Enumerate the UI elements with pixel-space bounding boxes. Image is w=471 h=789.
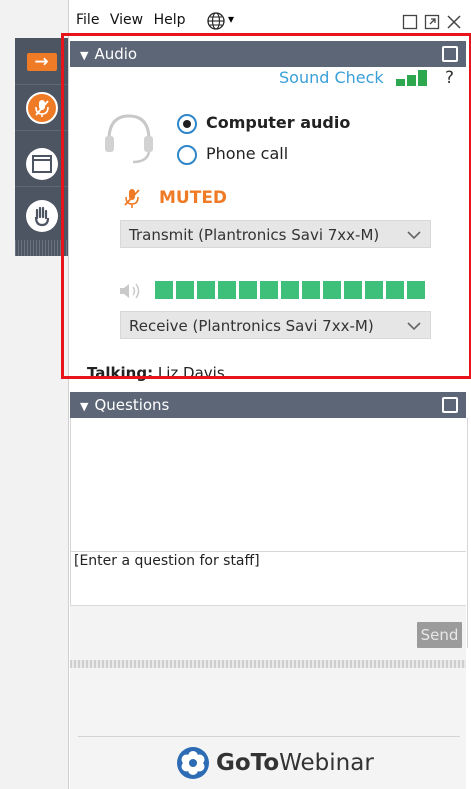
menu-view[interactable]: View xyxy=(110,12,143,28)
caret-down-icon: ▾ xyxy=(228,12,235,26)
brand-goto: GoTo xyxy=(216,750,280,776)
globe-icon xyxy=(207,12,225,30)
divider xyxy=(78,736,460,737)
gotowebinar-logo: GoTo Webinar xyxy=(176,746,374,780)
mic-muted-icon xyxy=(25,92,58,124)
close-icon xyxy=(447,15,461,29)
language-menu[interactable]: ▾ xyxy=(206,11,234,35)
popout-icon xyxy=(424,14,440,30)
brand-product: Webinar xyxy=(279,750,374,776)
window-icon xyxy=(25,148,58,180)
close-button[interactable] xyxy=(446,14,462,34)
questions-panel-header[interactable]: ▼ Questions xyxy=(70,392,466,418)
menu-file[interactable]: File xyxy=(76,12,99,28)
menu-bar: File View Help xyxy=(76,12,192,34)
arrow-right-icon: → xyxy=(26,53,57,71)
question-actions xyxy=(70,605,466,661)
question-input[interactable]: [Enter a question for staff] xyxy=(74,553,260,569)
popout-button[interactable] xyxy=(424,14,440,34)
restore-icon xyxy=(402,14,418,30)
restore-button[interactable] xyxy=(402,14,418,34)
highlight-box xyxy=(61,33,471,379)
gotowebinar-flower-icon xyxy=(177,747,209,779)
divider xyxy=(70,551,466,552)
menu-help[interactable]: Help xyxy=(154,12,186,28)
raise-hand-icon xyxy=(25,200,58,232)
send-button[interactable]: Send xyxy=(417,622,462,648)
resize-grip[interactable] xyxy=(70,660,466,668)
questions-header-title: Questions xyxy=(94,396,170,414)
popout-panel-icon[interactable] xyxy=(442,397,458,413)
collapse-triangle-icon: ▼ xyxy=(80,400,89,413)
